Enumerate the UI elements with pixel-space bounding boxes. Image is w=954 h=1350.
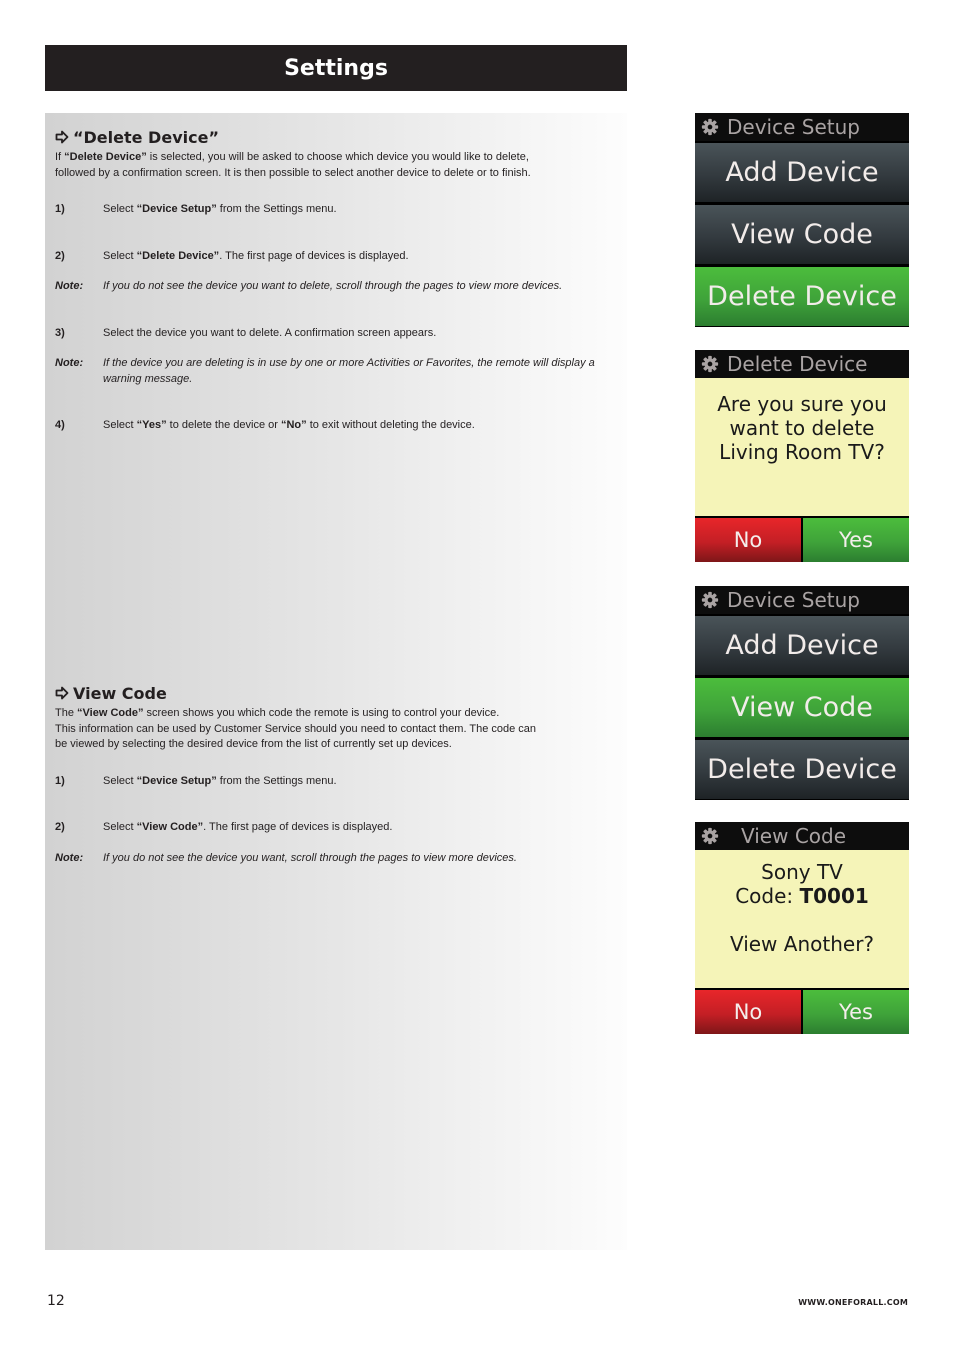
menu-item-view-code[interactable]: View Code (695, 678, 909, 738)
menu-item-view-code[interactable]: View Code (695, 205, 909, 265)
view-note-1: Note: If you do not see the device you w… (55, 852, 517, 864)
screen-header: Device Setup (695, 586, 909, 614)
delete-intro: If “Delete Device” is selected, you will… (55, 151, 531, 179)
screen-header: Device Setup (695, 113, 909, 141)
view-code-intro: The “View Code” screen shows you which c… (55, 707, 537, 750)
screen-header: Delete Device (695, 350, 909, 378)
arrow-right-icon (55, 686, 69, 700)
device-code: Code: T0001 (735, 884, 869, 908)
delete-confirm-screen: Delete Device Are you sure you want to d… (695, 350, 909, 562)
yes-button[interactable]: Yes (803, 518, 909, 562)
screen-header: View Code (695, 822, 909, 850)
code-display: Sony TV Code: T0001 View Another? (695, 850, 909, 990)
delete-note-1: Note: If you do not see the device you w… (55, 280, 563, 292)
view-step-2: 2) Select “View Code”. The first page of… (55, 821, 393, 833)
no-button[interactable]: No (695, 990, 803, 1034)
yes-no-row: No Yes (695, 990, 909, 1034)
view-code-screen: View Code Sony TV Code: T0001 View Anoth… (695, 822, 909, 1034)
yes-no-row: No Yes (695, 518, 909, 562)
gear-icon (701, 591, 719, 609)
delete-step-2: 2) Select “Delete Device”. The first pag… (55, 250, 409, 262)
yes-button[interactable]: Yes (803, 990, 909, 1034)
view-code-section: View Code The “View Code” screen shows y… (55, 682, 615, 753)
no-button[interactable]: No (695, 518, 803, 562)
delete-step-1: 1) Select “Device Setup” from the Settin… (55, 203, 337, 215)
view-another-prompt: View Another? (729, 932, 875, 956)
device-setup-screen-view: Device Setup Add Device View Code Delete… (695, 586, 909, 800)
menu-item-delete-device[interactable]: Delete Device (695, 740, 909, 800)
section-title-view-code: View Code (55, 682, 615, 704)
device-name: Sony TV (761, 860, 843, 884)
arrow-right-icon (55, 130, 69, 144)
menu-item-add-device[interactable]: Add Device (695, 616, 909, 676)
delete-step-3: 3) Select the device you want to delete.… (55, 327, 437, 339)
menu-item-add-device[interactable]: Add Device (695, 143, 909, 203)
page-number: 12 (47, 1293, 65, 1309)
delete-note-2: Note: If the device you are deleting is … (55, 357, 595, 385)
view-step-1: 1) Select “Device Setup” from the Settin… (55, 775, 337, 787)
confirm-message: Are you sure you want to delete Living R… (695, 378, 909, 518)
section-title-delete-device: “Delete Device” (55, 126, 615, 148)
page-header: Settings (45, 45, 627, 91)
menu-item-delete-device[interactable]: Delete Device (695, 267, 909, 327)
page-title: Settings (284, 55, 388, 81)
gear-icon (701, 827, 719, 845)
delete-device-section: “Delete Device” If “Delete Device” is se… (55, 126, 615, 181)
gear-icon (701, 355, 719, 373)
delete-step-4: 4) Select “Yes” to delete the device or … (55, 419, 475, 431)
website-url: WWW.ONEFORALL.COM (798, 1298, 908, 1307)
device-setup-screen-delete: Device Setup Add Device View Code Delete… (695, 113, 909, 327)
gear-icon (701, 118, 719, 136)
